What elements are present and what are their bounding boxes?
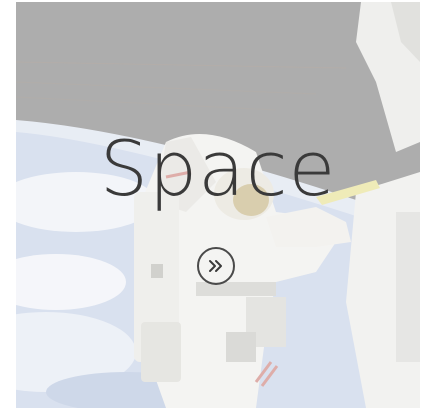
read-more-button[interactable]	[197, 247, 235, 285]
space-card[interactable]: Space	[16, 2, 420, 408]
double-chevron-right-icon	[209, 260, 222, 272]
card-title: Space	[99, 124, 337, 213]
